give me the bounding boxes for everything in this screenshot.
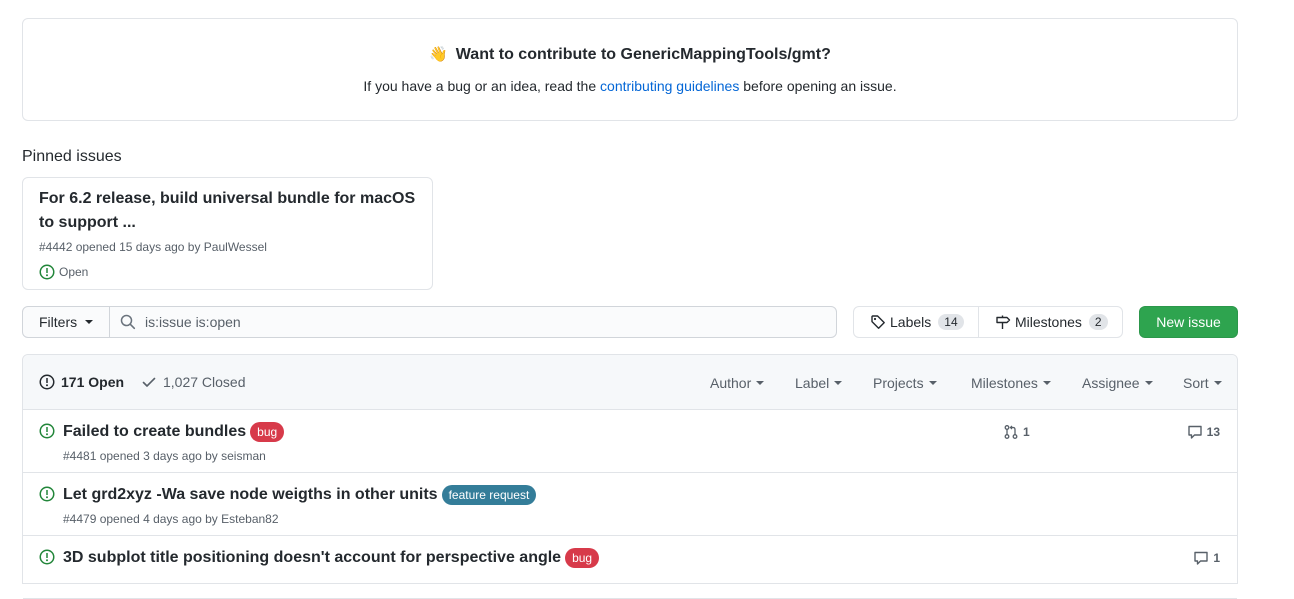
labels-button[interactable]: Labels 14: [853, 306, 979, 338]
caret-down-icon: [928, 381, 937, 385]
sort-filter-label: Sort: [1183, 375, 1209, 391]
closed-issues-toggle[interactable]: 1,027 Closed: [141, 374, 246, 390]
issue-title: Let grd2xyz -Wa save node weigths in oth…: [63, 485, 537, 505]
caret-down-icon: [1213, 381, 1222, 385]
comment-icon: [1187, 424, 1203, 440]
issue-title: 3D subplot title positioning doesn't acc…: [63, 548, 600, 568]
contribute-text: If you have a bug or an idea, read the c…: [23, 78, 1237, 94]
check-icon: [141, 374, 157, 390]
open-issues-toggle[interactable]: 171 Open: [39, 374, 124, 390]
milestones-button[interactable]: Milestones 2: [978, 306, 1123, 338]
contribute-heading: Want to contribute to GenericMappingTool…: [455, 46, 831, 63]
issue-title-link[interactable]: Let grd2xyz -Wa save node weigths in oth…: [63, 486, 438, 504]
wave-emoji-icon: 👋: [429, 46, 448, 63]
issue-row[interactable]: 3D subplot title positioning doesn't acc…: [23, 536, 1237, 599]
issue-label-bug[interactable]: bug: [250, 422, 285, 442]
labels-button-label: Labels: [890, 314, 932, 330]
pinned-issue-card[interactable]: For 6.2 release, build universal bundle …: [22, 177, 433, 290]
issue-title-link[interactable]: Failed to create bundles: [63, 423, 246, 441]
pull-request-icon: [1003, 424, 1019, 440]
contributing-guidelines-link[interactable]: contributing guidelines: [600, 78, 739, 94]
contribute-text-before: If you have a bug or an idea, read the: [363, 78, 601, 94]
comments-link[interactable]: 13: [1187, 424, 1220, 440]
issue-label-feature-request[interactable]: feature request: [441, 485, 537, 505]
search-input[interactable]: [145, 314, 825, 330]
caret-down-icon: [1042, 381, 1051, 385]
issue-opened-icon: [39, 486, 55, 502]
milestones-filter[interactable]: Milestones: [971, 375, 1051, 391]
caret-down-icon: [756, 381, 765, 385]
milestones-button-label: Milestones: [1015, 314, 1082, 330]
caret-down-icon: [1144, 381, 1153, 385]
pinned-issue-status-label: Open: [59, 265, 89, 279]
contribute-banner: 👋 Want to contribute to GenericMappingToo…: [22, 18, 1238, 121]
pinned-issue-meta: #4442 opened 15 days ago by PaulWessel: [39, 240, 267, 254]
issue-meta: #4479 opened 4 days ago by Esteban82: [63, 512, 279, 526]
author-filter-label: Author: [710, 375, 752, 391]
labels-count-badge: 14: [938, 314, 964, 330]
issue-opened-icon: [39, 549, 55, 565]
issue-opened-icon: [39, 374, 55, 390]
assignee-filter[interactable]: Assignee: [1082, 375, 1153, 391]
assignee-filter-label: Assignee: [1082, 375, 1140, 391]
filters-button[interactable]: Filters: [22, 306, 110, 338]
comments-count: 1: [1213, 551, 1220, 565]
issue-title-link[interactable]: 3D subplot title positioning doesn't acc…: [63, 549, 561, 567]
closed-issues-count: 1,027 Closed: [163, 374, 246, 390]
linked-pull-requests[interactable]: 1: [1003, 424, 1030, 440]
issue-row[interactable]: Failed to create bundles bug #4481 opene…: [23, 410, 1237, 473]
issues-list-header: 171 Open 1,027 Closed Author Label Proje…: [23, 355, 1237, 410]
new-issue-button[interactable]: New issue: [1139, 306, 1238, 338]
label-filter[interactable]: Label: [795, 375, 843, 391]
milestone-icon: [995, 314, 1011, 330]
pinned-issue-status: Open: [39, 264, 88, 280]
sort-filter[interactable]: Sort: [1183, 375, 1222, 391]
pinned-issues-heading: Pinned issues: [22, 148, 122, 165]
caret-down-icon: [834, 381, 843, 385]
search-icon: [120, 314, 136, 330]
pinned-issue-title[interactable]: For 6.2 release, build universal bundle …: [39, 187, 424, 235]
issue-label-bug[interactable]: bug: [565, 548, 600, 568]
milestones-count-badge: 2: [1088, 314, 1108, 330]
issue-row[interactable]: Let grd2xyz -Wa save node weigths in oth…: [23, 473, 1237, 536]
issue-meta: #4481 opened 3 days ago by seisman: [63, 449, 266, 463]
issues-list: 171 Open 1,027 Closed Author Label Proje…: [22, 354, 1238, 599]
label-filter-label: Label: [795, 375, 830, 391]
issue-search[interactable]: [109, 306, 837, 338]
linked-pull-requests-count: 1: [1023, 425, 1030, 439]
filters-button-label: Filters: [39, 314, 78, 330]
contribute-title: 👋 Want to contribute to GenericMappingToo…: [23, 45, 1237, 64]
issue-title: Failed to create bundles bug: [63, 422, 285, 442]
projects-filter-label: Projects: [873, 375, 924, 391]
comments-count: 13: [1206, 425, 1220, 439]
milestones-filter-label: Milestones: [971, 375, 1038, 391]
comments-link[interactable]: 1: [1193, 550, 1220, 566]
projects-filter[interactable]: Projects: [873, 375, 937, 391]
caret-down-icon: [85, 320, 94, 324]
open-issues-count: 171 Open: [61, 374, 125, 390]
issue-opened-icon: [39, 264, 55, 280]
comment-icon: [1193, 550, 1209, 566]
tag-icon: [870, 314, 886, 330]
author-filter[interactable]: Author: [710, 375, 765, 391]
contribute-text-after: before opening an issue.: [739, 78, 897, 94]
issue-opened-icon: [39, 423, 55, 439]
